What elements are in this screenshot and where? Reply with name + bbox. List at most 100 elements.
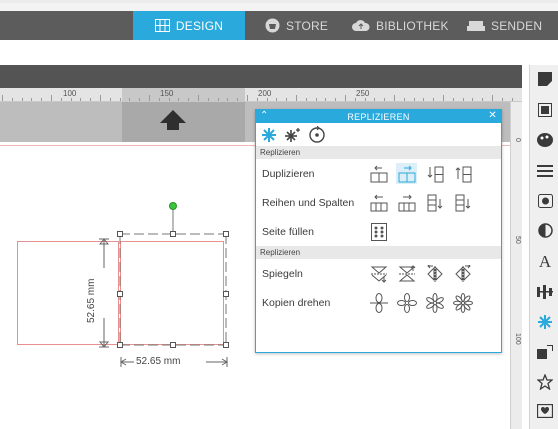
- mirror-label: Spiegeln: [262, 267, 303, 280]
- ruler-tick: [51, 95, 52, 101]
- tab-store[interactable]: STORE: [265, 11, 328, 40]
- align-icon[interactable]: [536, 283, 554, 301]
- ruler-tick: [256, 98, 258, 101]
- ruler-tick: [374, 98, 376, 101]
- tab-bibliothek-label: BIBLIOTHEK: [376, 18, 449, 33]
- section-header-replicate: Replizieren: [256, 146, 501, 159]
- mirror-right-button[interactable]: [452, 263, 473, 284]
- tab-design-label: DESIGN: [175, 18, 224, 33]
- resize-handle-tl[interactable]: [117, 231, 123, 237]
- ruler-tick: [452, 98, 454, 101]
- rows-columns-label: Reihen und Spalten: [262, 196, 355, 209]
- image-icon[interactable]: [536, 192, 554, 210]
- star-icon[interactable]: [536, 373, 554, 391]
- ruler-tick: [345, 95, 346, 101]
- ruler-tick: [31, 98, 33, 101]
- tab-senden-label: SENDEN: [491, 18, 543, 33]
- ruler-tick: [403, 98, 405, 101]
- duplicate-right-button[interactable]: [396, 163, 417, 184]
- duplicate-left-button[interactable]: [368, 163, 389, 184]
- duplicate-up-button[interactable]: [452, 163, 473, 184]
- ruler-tick: [315, 98, 317, 101]
- ruler-tick: [100, 95, 101, 101]
- mirror-up-button[interactable]: [396, 263, 417, 284]
- contrast-icon[interactable]: [536, 221, 554, 239]
- resize-handle-t[interactable]: [170, 231, 176, 237]
- rotate-replicate-icon[interactable]: [308, 125, 326, 144]
- ruler-tick: [394, 95, 395, 101]
- ruler-tick: [423, 98, 425, 101]
- ruler-tick: [501, 98, 503, 101]
- mirror-left-button[interactable]: [424, 263, 445, 284]
- mirror-row: Spiegeln: [256, 259, 501, 288]
- ruler-tick: [462, 98, 464, 101]
- replicate-panel: ⌃ REPLIZIEREN ✕ Replizieren Duplizieren …: [255, 109, 502, 353]
- lines-icon[interactable]: [536, 162, 554, 180]
- header-spacer: [0, 40, 558, 65]
- pixscan-icon[interactable]: [536, 101, 554, 119]
- ruler-tick: [384, 98, 386, 101]
- resize-handle-tr[interactable]: [223, 231, 229, 237]
- rotate-handle[interactable]: [169, 202, 177, 210]
- ruler-tick: [354, 98, 356, 101]
- offset-icon[interactable]: [536, 343, 554, 361]
- ruler-label-100: 100: [63, 89, 77, 98]
- shop-icon: [265, 18, 280, 33]
- tab-design[interactable]: DESIGN: [133, 11, 245, 40]
- resize-handle-l[interactable]: [117, 291, 123, 297]
- tab-bibliothek[interactable]: BIBLIOTHEK: [352, 11, 449, 40]
- rows-right-button[interactable]: [396, 192, 417, 213]
- rows-left-button[interactable]: [368, 192, 389, 213]
- rotate-8-button[interactable]: [452, 292, 473, 313]
- ruler-tick: [296, 95, 297, 101]
- ruler-tick: [198, 95, 199, 101]
- resize-handle-br[interactable]: [223, 342, 229, 348]
- rows-columns-row: Reihen und Spalten: [256, 188, 501, 217]
- ruler-tick: [207, 98, 209, 101]
- palette-icon[interactable]: [536, 131, 554, 149]
- magic-replicate-icon[interactable]: [284, 126, 302, 144]
- ruler-tick: [482, 98, 484, 101]
- resize-handle-r[interactable]: [223, 291, 229, 297]
- header-line: [0, 0, 558, 3]
- panel-tool-tabs: [256, 123, 501, 146]
- rotate-2-button[interactable]: [368, 292, 389, 313]
- shape-icon[interactable]: [536, 70, 554, 88]
- ruler-tick: [325, 98, 327, 101]
- send-icon: [467, 21, 485, 31]
- vruler-label-0: 0: [514, 138, 521, 142]
- rotate-copies-label: Kopien drehen: [262, 296, 331, 309]
- ruler-tick: [60, 98, 62, 101]
- ruler-tick: [129, 98, 131, 101]
- ruler-tick: [188, 98, 190, 101]
- resize-handle-b[interactable]: [170, 342, 176, 348]
- columns-down-button[interactable]: [424, 192, 445, 213]
- text-icon[interactable]: A: [536, 252, 554, 271]
- duplicate-down-button[interactable]: [424, 163, 445, 184]
- horizontal-ruler: 100 150 200 250: [0, 88, 522, 102]
- vertical-ruler: 0 50 100: [510, 102, 522, 429]
- replicate-icon[interactable]: [536, 313, 554, 331]
- rotate-4-button[interactable]: [396, 292, 417, 313]
- ruler-tick: [227, 98, 229, 101]
- resize-handle-bl[interactable]: [117, 342, 123, 348]
- collapse-chevron-icon[interactable]: ⌃: [260, 110, 269, 121]
- ruler-tick: [70, 98, 72, 101]
- ruler-label-250: 250: [356, 89, 370, 98]
- ruler-tick: [276, 98, 278, 101]
- tab-senden[interactable]: SENDEN: [467, 11, 542, 40]
- cloud-icon: [352, 20, 370, 31]
- ruler-tick: [41, 98, 43, 101]
- section-header-replicate-2: Replizieren: [256, 246, 501, 259]
- fill-page-button[interactable]: [368, 221, 389, 242]
- scroll-up-arrow-icon[interactable]: [160, 110, 186, 130]
- ruler-tick: [2, 95, 3, 101]
- mirror-down-button[interactable]: [368, 263, 389, 284]
- close-icon[interactable]: ✕: [488, 110, 497, 121]
- library-icon[interactable]: [536, 402, 554, 420]
- columns-up-button[interactable]: [452, 192, 473, 213]
- grid-icon: [154, 19, 170, 32]
- ruler-tick: [90, 98, 92, 101]
- replicate-tab-icon[interactable]: [260, 126, 278, 144]
- rotate-6-button[interactable]: [424, 292, 445, 313]
